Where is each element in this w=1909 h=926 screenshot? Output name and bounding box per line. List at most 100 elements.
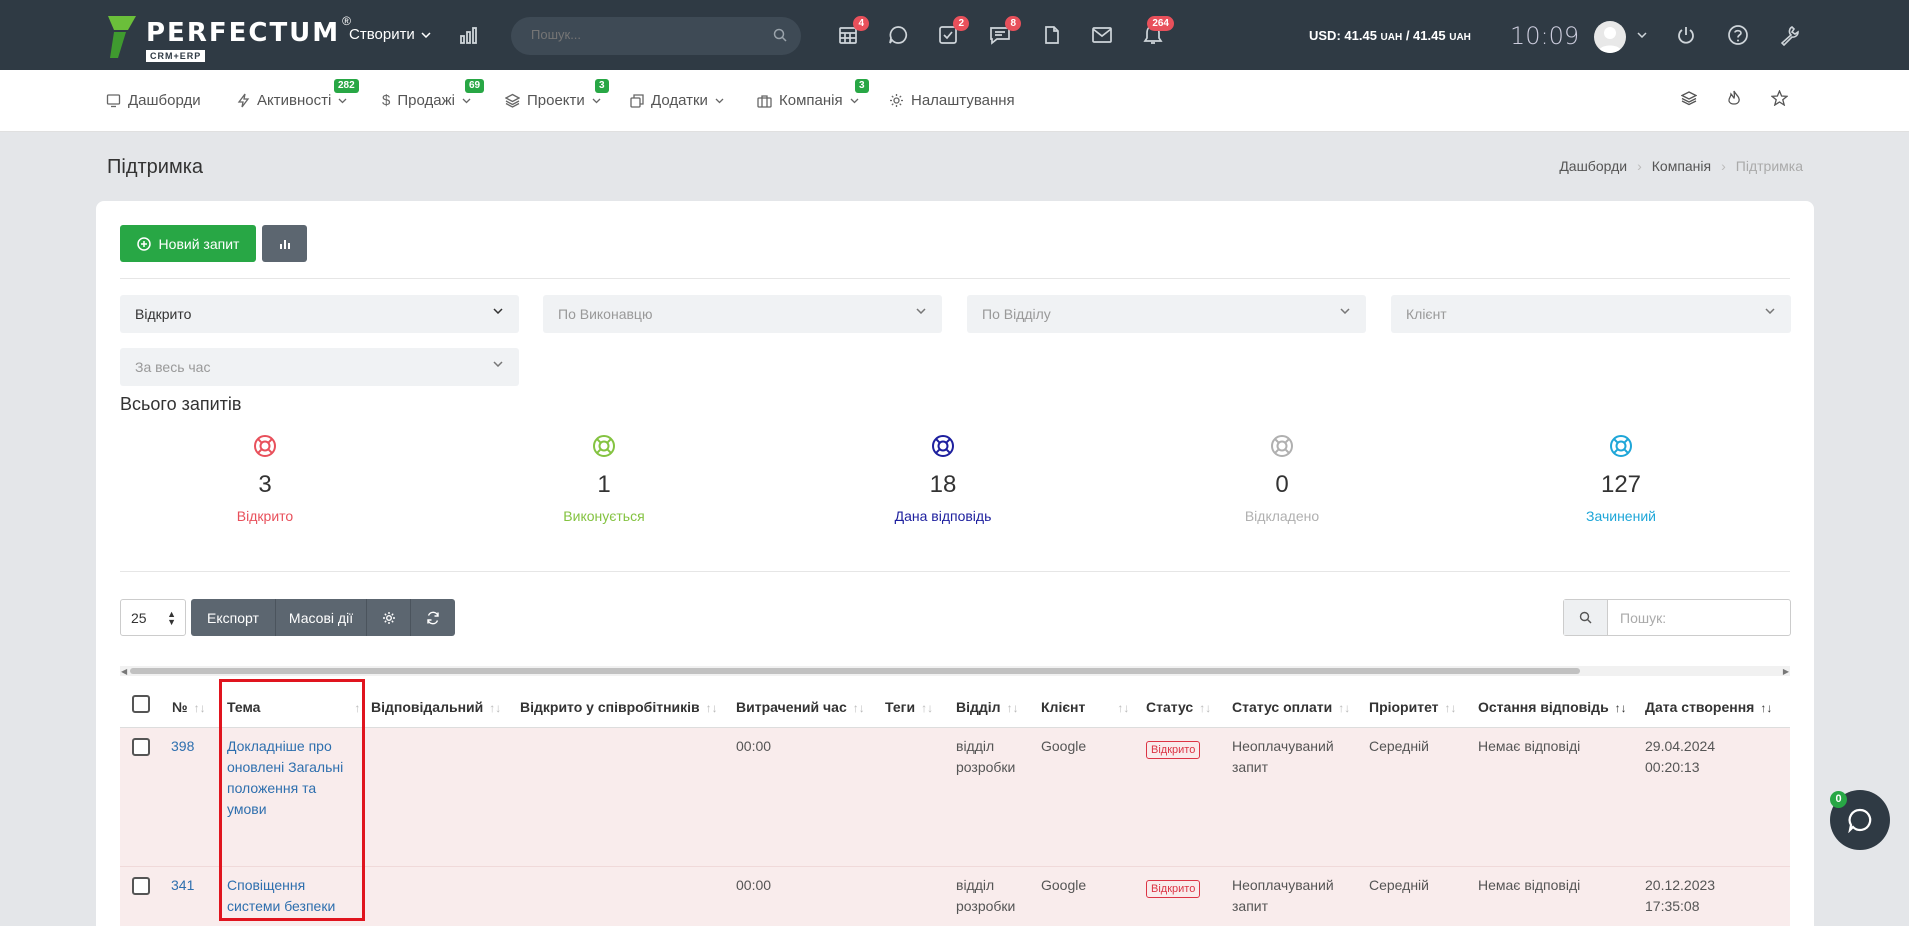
period-filter-select[interactable]: За весь час: [120, 348, 519, 386]
column-header-id[interactable]: № ↑↓: [172, 699, 206, 715]
stats-chart-button[interactable]: [262, 225, 307, 262]
column-header-tags[interactable]: Теги ↑↓: [885, 699, 933, 715]
nav-item-activities[interactable]: Активності 282: [237, 79, 359, 109]
created-date: 29.04.2024 00:20:13: [1645, 738, 1716, 775]
layers-icon: [505, 93, 520, 108]
power-icon[interactable]: [1673, 22, 1699, 48]
create-label: Створити: [349, 26, 415, 43]
lifebuoy-icon: [1271, 435, 1293, 457]
column-header-payment-status[interactable]: Статус оплати ↑↓: [1232, 699, 1350, 715]
assignee-filter-select[interactable]: По Виконавцю: [543, 295, 942, 333]
table-actions-group: Експорт Масові дії: [191, 599, 455, 636]
global-search[interactable]: [511, 17, 801, 55]
nav-item-projects[interactable]: Проекти 3: [505, 79, 609, 109]
request-id-link[interactable]: 341: [171, 875, 194, 896]
payment-status: Неоплачуваний запит: [1232, 738, 1334, 775]
column-header-time-spent[interactable]: Витрачений час ↑↓: [736, 699, 865, 715]
breadcrumb-dashboards[interactable]: Дашборди: [1559, 158, 1627, 174]
breadcrumb-current: Підтримка: [1735, 158, 1803, 174]
search-icon[interactable]: [773, 28, 787, 42]
stat-postponed[interactable]: 0 Відкладено: [1182, 434, 1382, 524]
new-request-button[interactable]: Новий запит: [120, 225, 256, 262]
avatar[interactable]: [1594, 21, 1626, 53]
stat-value: 3: [258, 471, 272, 498]
help-icon[interactable]: [1725, 22, 1751, 48]
column-settings-button[interactable]: [367, 599, 411, 636]
bar-chart-icon: [279, 239, 290, 249]
subject-column-highlight: [219, 679, 365, 921]
nav-item-dashboards[interactable]: Дашборди: [106, 92, 201, 109]
column-header-created-date[interactable]: Дата створення ↑↓: [1645, 699, 1772, 715]
plus-circle-icon: [136, 236, 151, 251]
create-menu-button[interactable]: Створити: [349, 26, 431, 43]
nav-badge-projects: 3: [595, 79, 609, 93]
export-button[interactable]: Експорт: [191, 599, 276, 636]
messages-icon[interactable]: 8: [987, 16, 1021, 48]
stat-open[interactable]: 3 Відкрито: [165, 434, 365, 524]
table-row[interactable]: 341 Сповіщення системи безпеки 00:00 від…: [120, 867, 1790, 926]
chat-icon[interactable]: [885, 22, 911, 48]
page-size-select[interactable]: 25 ▲ ▼: [120, 599, 186, 636]
status-filter-select[interactable]: Відкрито: [120, 295, 519, 333]
status-badge: Відкрито: [1146, 738, 1201, 759]
column-header-client[interactable]: Клієнт ↑↓: [1041, 699, 1129, 715]
row-checkbox[interactable]: [132, 877, 150, 895]
stat-value: 1: [597, 471, 611, 498]
column-header-last-reply[interactable]: Остання відповідь ↑↓: [1478, 699, 1627, 715]
table-header: № ↑↓ Тема ↑↓ Відповідальний ↑↓ Відкрито у с…: [120, 685, 1790, 728]
table-row[interactable]: 398 Докладніше про оновлені Загальні пол…: [120, 728, 1790, 867]
logo-name: PERFECTUM: [146, 18, 341, 48]
select-all-checkbox[interactable]: [132, 695, 150, 713]
settings-wrench-icon[interactable]: [1776, 22, 1802, 48]
table-search-input[interactable]: Пошук:: [1608, 600, 1666, 635]
column-header-department[interactable]: Відділ ↑↓: [956, 699, 1019, 715]
calendar-icon[interactable]: 4: [835, 16, 869, 48]
stat-closed[interactable]: 127 Зачинений: [1521, 434, 1721, 524]
mail-icon[interactable]: [1089, 22, 1115, 48]
client: Google: [1041, 738, 1087, 754]
tasks-icon[interactable]: 2: [935, 16, 969, 48]
column-header-responsible[interactable]: Відповідальний ↑↓: [371, 699, 501, 715]
stat-answered[interactable]: 18 Дана відповідь: [843, 434, 1043, 524]
department-filter-select[interactable]: По Відділу: [967, 295, 1366, 333]
nav-item-settings[interactable]: Налаштування: [889, 92, 1015, 109]
breadcrumb-company[interactable]: Компанія: [1652, 158, 1711, 174]
column-header-status[interactable]: Статус ↑↓: [1146, 699, 1211, 715]
column-header-opened-by[interactable]: Відкрито у співробітників ↑↓: [520, 699, 718, 715]
column-header-priority[interactable]: Пріоритет ↑↓: [1369, 699, 1457, 715]
scroll-left-icon[interactable]: ◀: [121, 667, 127, 676]
nav-item-company[interactable]: Компанія 3: [757, 79, 869, 109]
scrollbar-thumb[interactable]: [130, 668, 1580, 674]
horizontal-scrollbar[interactable]: ◀ ▶: [120, 666, 1790, 676]
priority: Середній: [1369, 738, 1429, 754]
star-icon[interactable]: [1770, 89, 1789, 109]
notifications-bell-icon[interactable]: 264: [1140, 16, 1174, 48]
scroll-right-icon[interactable]: ▶: [1783, 667, 1789, 676]
sort-icon: ↑↓: [1006, 701, 1019, 715]
document-icon[interactable]: [1039, 22, 1065, 48]
breadcrumb-separator-icon: ›: [1637, 158, 1642, 174]
nav-item-addons[interactable]: Додатки: [630, 92, 724, 109]
client: Google: [1041, 877, 1087, 893]
department: відділ розробки: [956, 738, 1016, 775]
logo[interactable]: PERFECTUM CRM+ERP ®: [106, 14, 351, 62]
layers-icon[interactable]: [1680, 90, 1698, 109]
chevron-down-icon: [850, 98, 859, 103]
breadcrumb: Дашборди › Компанія › Підтримка: [1559, 158, 1803, 174]
bulk-actions-button[interactable]: Масові дії: [276, 599, 367, 636]
user-menu-chevron-icon[interactable]: [1637, 32, 1647, 38]
fire-icon[interactable]: [1727, 90, 1741, 110]
gear-icon: [890, 94, 903, 107]
row-checkbox[interactable]: [132, 738, 150, 756]
request-id-link[interactable]: 398: [171, 736, 194, 757]
nav-item-sales[interactable]: $ Продажі 69: [382, 79, 485, 109]
gear-icon: [382, 611, 395, 624]
refresh-icon: [427, 611, 439, 624]
client-filter-select[interactable]: Клієнт: [1391, 295, 1791, 333]
stat-in-progress[interactable]: 1 Виконується: [504, 434, 704, 524]
global-search-input[interactable]: [531, 27, 761, 42]
lifebuoy-icon: [1610, 435, 1632, 457]
refresh-button[interactable]: [411, 599, 455, 636]
table-search[interactable]: Пошук:: [1563, 599, 1791, 636]
reports-icon[interactable]: [457, 22, 483, 48]
